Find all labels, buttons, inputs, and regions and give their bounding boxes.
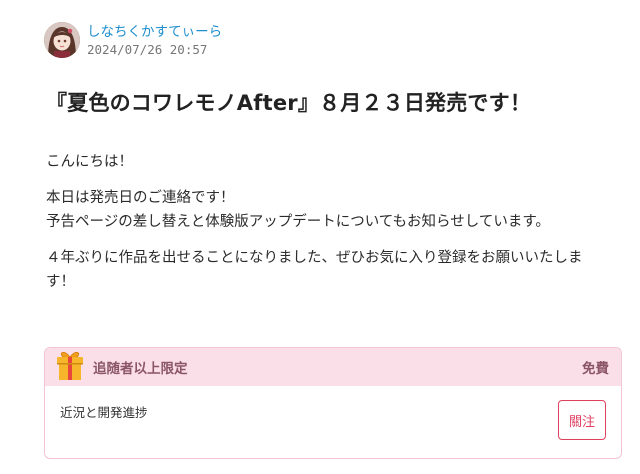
body-paragraph: ４年ぶりに作品を出せることになりました、ぜひお気に入り登録をお願いいたします！ xyxy=(46,250,583,290)
follow-button[interactable]: 關注 xyxy=(558,400,606,440)
avatar[interactable] xyxy=(44,22,80,58)
post-author: しなちくかすてぃーら 2024/07/26 20:57 xyxy=(44,22,222,58)
plan-name: 追随者以上限定 xyxy=(93,361,188,377)
body-line: 予告ページの差し替えと体験版アップデートについてもお知らせしています。 xyxy=(46,214,550,230)
body-paragraph: こんにちは！ xyxy=(46,154,133,170)
plan-card: 追随者以上限定 免費 近況と開発進捗 關注 xyxy=(44,347,622,459)
avatar-image xyxy=(44,22,80,58)
plan-header: 追随者以上限定 免費 xyxy=(45,348,621,386)
post-body: こんにちは！ 本日は発売日のご連絡です！ 予告ページの差し替えと体験版アップデー… xyxy=(46,150,611,306)
gift-icon xyxy=(57,351,83,380)
body-line: 本日は発売日のご連絡です！ xyxy=(46,190,235,206)
post-date: 2024/07/26 20:57 xyxy=(87,41,208,57)
plan-description: 近況と開発進捗 xyxy=(60,405,148,420)
author-name[interactable]: しなちくかすてぃーら xyxy=(87,23,222,41)
plan-price: 免費 xyxy=(582,361,609,377)
body-paragraph: 本日は発売日のご連絡です！ 予告ページの差し替えと体験版アップデートについてもお… xyxy=(46,186,611,234)
post-title: 『夏色のコワレモノAfter』８月２３日発売です！ xyxy=(46,91,532,115)
